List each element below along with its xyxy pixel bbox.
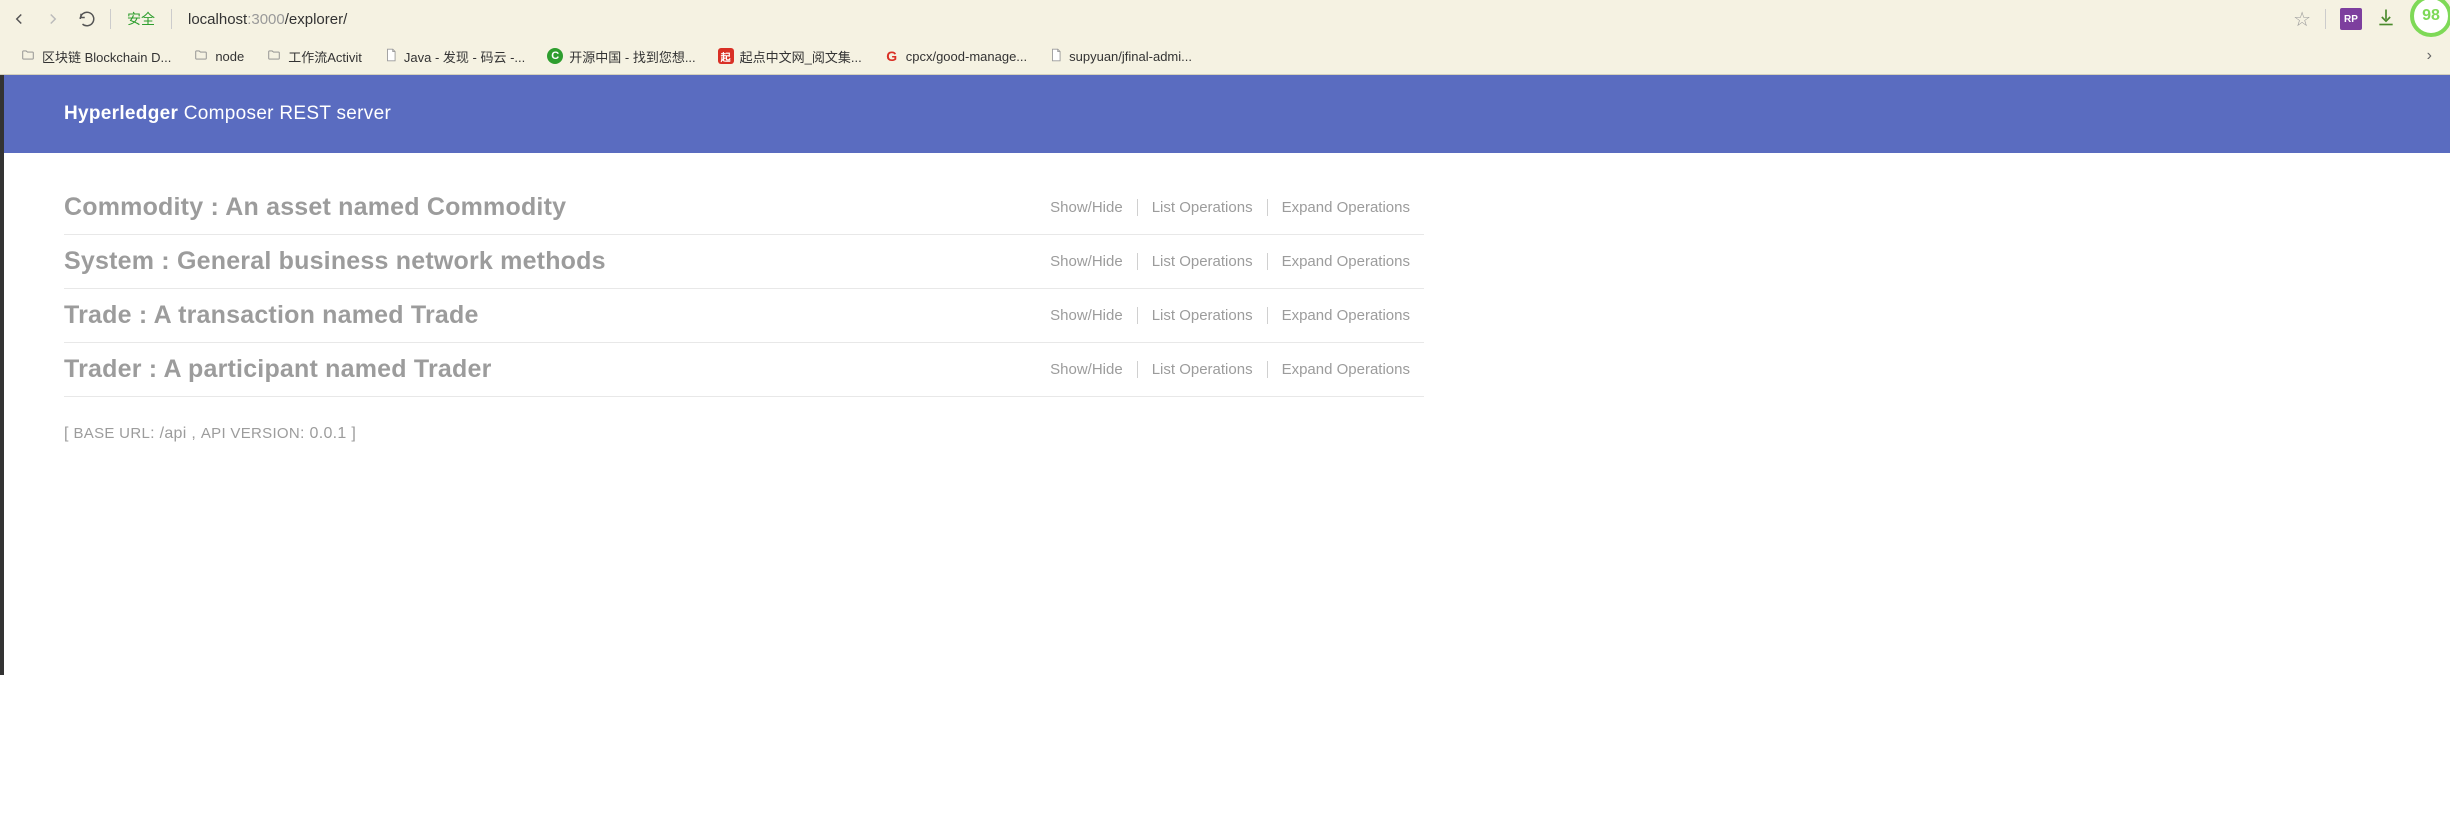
expand-operations-link[interactable]: Expand Operations (1267, 199, 1424, 216)
expand-operations-link[interactable]: Expand Operations (1267, 361, 1424, 378)
expand-operations-link[interactable]: Expand Operations (1267, 307, 1424, 324)
bookmark-item[interactable]: 区块链 Blockchain D... (12, 43, 179, 70)
bookmark-item[interactable]: supyuan/jfinal-admi... (1041, 43, 1200, 70)
api-desc: A participant named Trader (164, 355, 492, 383)
bookmark-label: node (215, 49, 244, 64)
api-section-title[interactable]: Trader : A participant named Trader (64, 355, 492, 384)
api-actions: Show/HideList OperationsExpand Operation… (1036, 253, 1424, 270)
refresh-button[interactable] (76, 8, 98, 30)
api-section: Trader : A participant named Trader Show/… (64, 343, 1424, 397)
folder-icon (193, 48, 209, 65)
folder-icon (20, 48, 36, 65)
bookmark-label: cpcx/good-manage... (906, 49, 1027, 64)
page-icon (384, 47, 398, 66)
api-name: Trader (64, 355, 142, 383)
bookmark-label: 区块链 Blockchain D... (42, 47, 171, 66)
api-section: Commodity : An asset named Commodity Show… (64, 193, 1424, 235)
download-icon[interactable] (2376, 7, 2396, 32)
page-content: Hyperledger Composer REST server Commodi… (0, 75, 2450, 675)
percentage-badge[interactable]: 98 (2410, 0, 2450, 37)
page-icon (1049, 47, 1063, 66)
show-hide-link[interactable]: Show/Hide (1036, 307, 1137, 324)
list-operations-link[interactable]: List Operations (1137, 307, 1267, 324)
api-desc: An asset named Commodity (225, 193, 566, 221)
api-section-title[interactable]: System : General business network method… (64, 247, 606, 276)
show-hide-link[interactable]: Show/Hide (1036, 253, 1137, 270)
divider (110, 9, 111, 29)
brand-subtitle: Composer REST server (178, 103, 391, 124)
list-operations-link[interactable]: List Operations (1137, 199, 1267, 216)
browser-chrome: 安全 localhost:3000/explorer/ ☆ RP 98 区块链 … (0, 0, 2450, 75)
api-version-label: API VERSION (201, 425, 300, 442)
bookmark-item[interactable]: Java - 发现 - 码云 -... (376, 43, 533, 70)
toolbar-right: ☆ RP 98 (2293, 1, 2442, 37)
bookmark-star-icon[interactable]: ☆ (2293, 7, 2311, 32)
bookmark-label: Java - 发现 - 码云 -... (404, 47, 525, 66)
api-desc: General business network methods (177, 247, 606, 275)
api-section-title[interactable]: Commodity : An asset named Commodity (64, 193, 566, 222)
base-url-label: BASE URL (74, 425, 151, 442)
divider (171, 9, 172, 29)
bookmark-item[interactable]: node (185, 44, 252, 69)
bookmark-label: 开源中国 - 找到您想... (569, 47, 695, 66)
list-operations-link[interactable]: List Operations (1137, 253, 1267, 270)
expand-operations-link[interactable]: Expand Operations (1267, 253, 1424, 270)
api-name: Trade (64, 301, 132, 329)
bookmark-item[interactable]: 工作流Activit (258, 43, 370, 70)
url-host: localhost (188, 11, 247, 28)
brand-name: Hyperledger (64, 103, 178, 124)
show-hide-link[interactable]: Show/Hide (1036, 199, 1137, 216)
base-url-value: /api (160, 425, 187, 442)
bookmark-label: 起点中文网_阅文集... (740, 47, 862, 66)
list-operations-link[interactable]: List Operations (1137, 361, 1267, 378)
bookmark-item[interactable]: Gcpcx/good-manage... (876, 44, 1035, 68)
api-name: System (64, 247, 154, 275)
api-section: Trade : A transaction named Trade Show/Hi… (64, 289, 1424, 343)
security-label: 安全 (123, 9, 159, 29)
g-icon: G (884, 48, 900, 64)
api-actions: Show/HideList OperationsExpand Operation… (1036, 199, 1424, 216)
api-name: Commodity (64, 193, 203, 221)
url-bar[interactable]: localhost:3000/explorer/ (184, 11, 2281, 28)
url-port: :3000 (247, 11, 285, 28)
divider (2325, 9, 2326, 29)
api-version-value: 0.0.1 (310, 425, 347, 442)
api-section: System : General business network method… (64, 235, 1424, 289)
back-button[interactable] (8, 8, 30, 30)
bookmarks-bar: 区块链 Blockchain D... node 工作流Activit Java - … (0, 38, 2450, 74)
qi-icon: 起 (718, 48, 734, 64)
api-footer-info: [ BASE URL: /api , API VERSION: 0.0.1 ] (64, 425, 1424, 443)
c-icon: C (547, 48, 563, 64)
bookmarks-overflow-button[interactable]: › (2421, 47, 2438, 65)
url-path: /explorer/ (285, 11, 348, 28)
bookmark-label: 工作流Activit (288, 47, 362, 66)
api-section-title[interactable]: Trade : A transaction named Trade (64, 301, 479, 330)
browser-toolbar: 安全 localhost:3000/explorer/ ☆ RP 98 (0, 0, 2450, 38)
api-actions: Show/HideList OperationsExpand Operation… (1036, 361, 1424, 378)
show-hide-link[interactable]: Show/Hide (1036, 361, 1137, 378)
api-desc: A transaction named Trade (154, 301, 479, 329)
bookmark-label: supyuan/jfinal-admi... (1069, 49, 1192, 64)
bookmark-item[interactable]: 起起点中文网_阅文集... (710, 43, 870, 70)
rp-extension-icon[interactable]: RP (2340, 8, 2362, 30)
header-banner: Hyperledger Composer REST server (4, 75, 2450, 153)
forward-button[interactable] (42, 8, 64, 30)
folder-icon (266, 48, 282, 65)
api-actions: Show/HideList OperationsExpand Operation… (1036, 307, 1424, 324)
bookmark-item[interactable]: C 开源中国 - 找到您想... (539, 43, 703, 70)
api-listing: Commodity : An asset named Commodity Show… (4, 153, 1484, 483)
